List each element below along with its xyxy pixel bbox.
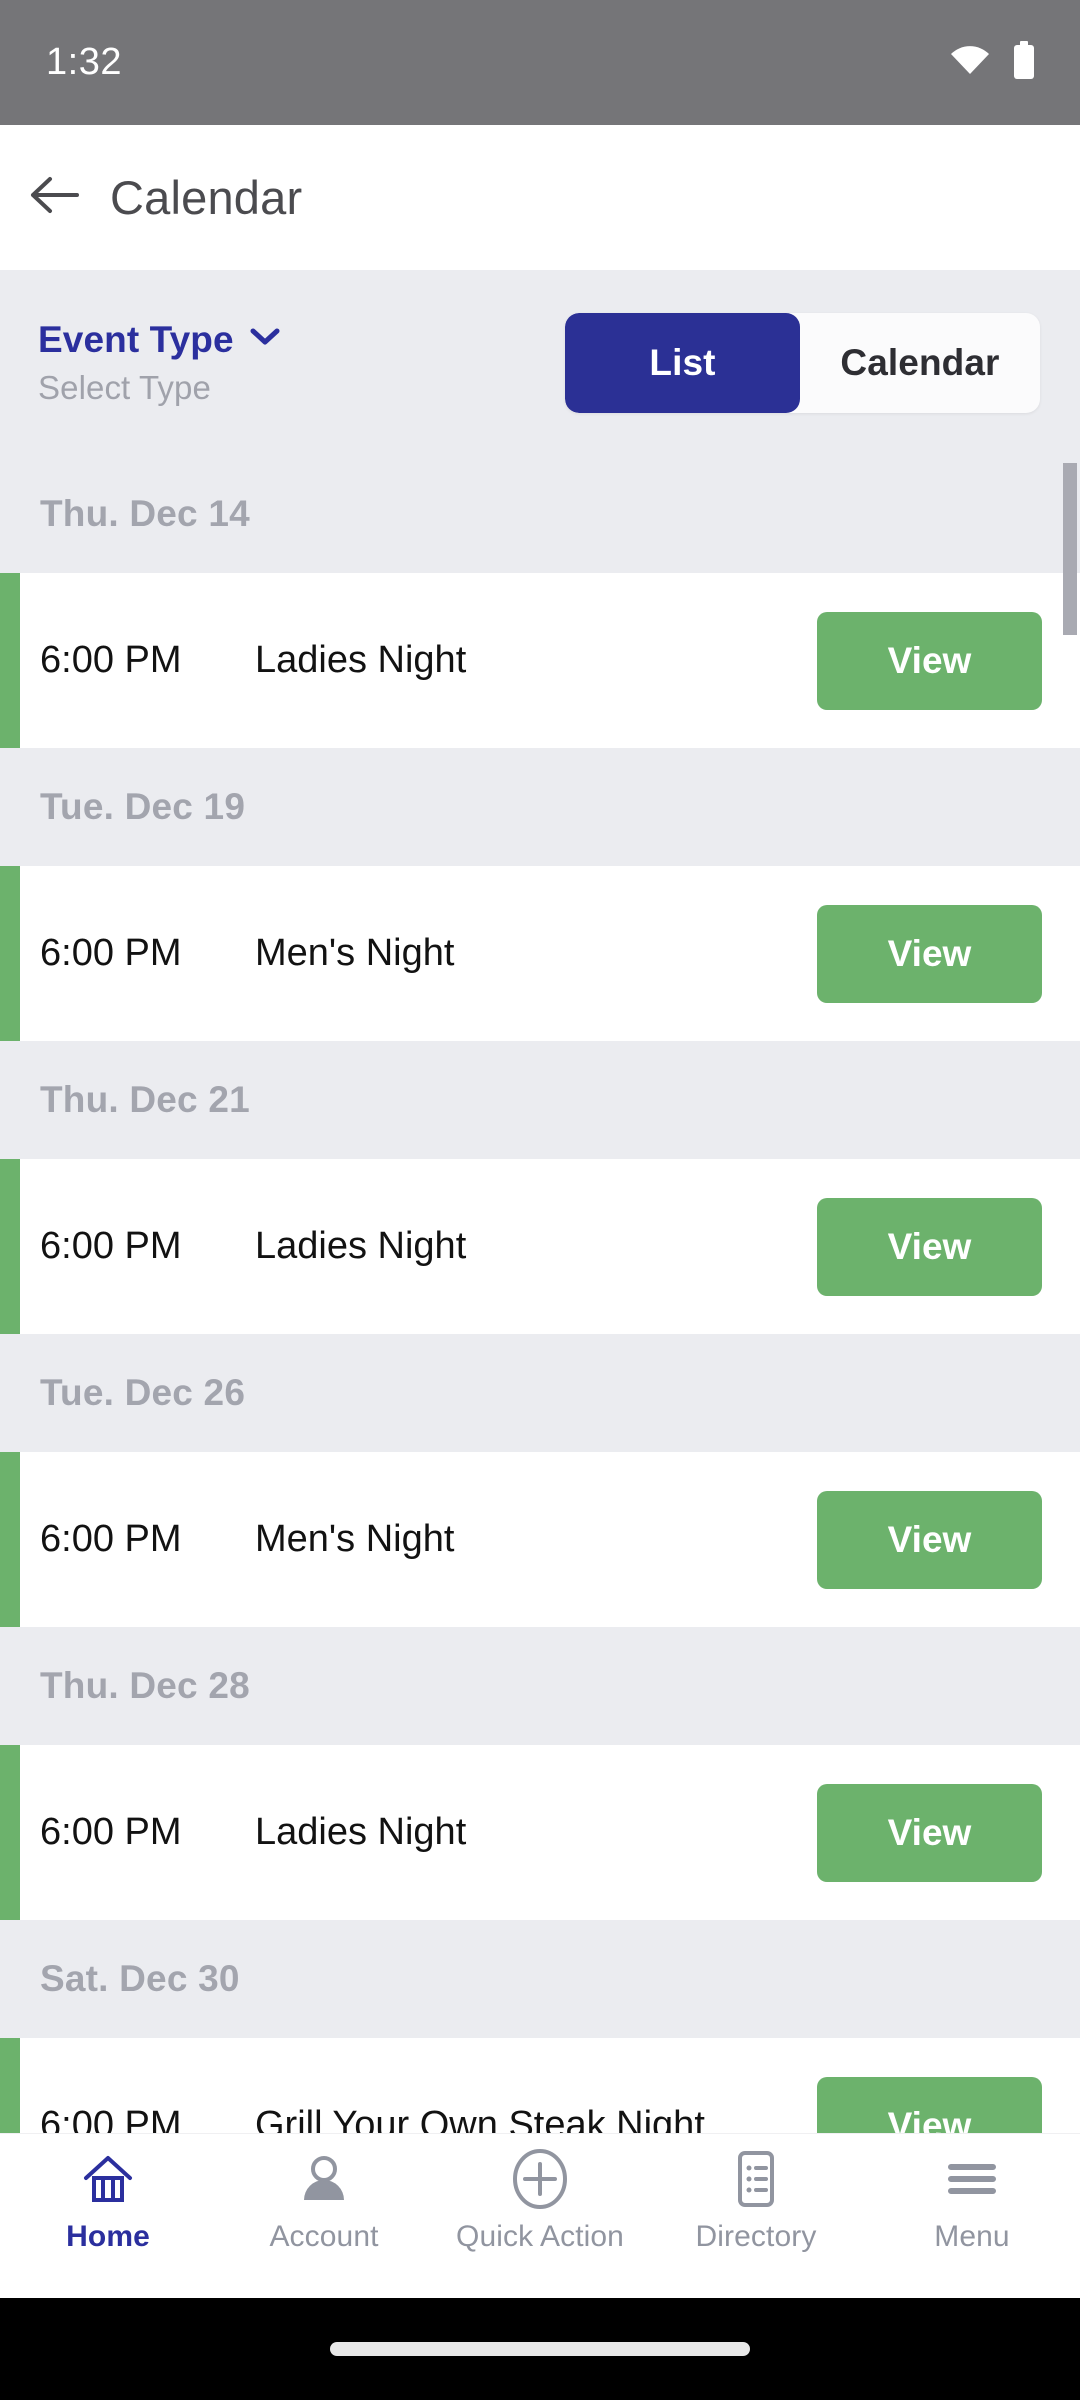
date-group-label: Sat. Dec 30 xyxy=(40,1958,240,1999)
toggle-option-calendar[interactable]: Calendar xyxy=(800,313,1040,413)
event-row[interactable]: 6:00 PM Men's Night View xyxy=(0,866,1080,1041)
view-mode-toggle: List Calendar xyxy=(565,312,1040,413)
event-accent-bar xyxy=(0,573,20,748)
event-title: Ladies Night xyxy=(255,639,467,681)
event-row[interactable]: 6:00 PM Ladies Night View xyxy=(0,1159,1080,1334)
gesture-pill[interactable] xyxy=(330,2342,750,2356)
status-bar: 1:32 xyxy=(0,0,1080,125)
event-row[interactable]: 6:00 PM Men's Night View xyxy=(0,1452,1080,1627)
status-bar-icons xyxy=(950,41,1036,84)
date-group-label: Thu. Dec 28 xyxy=(40,1665,250,1706)
event-list[interactable]: Thu. Dec 14 6:00 PM Ladies Night View Tue. D… xyxy=(0,455,1080,2175)
event-time: 6:00 PM xyxy=(40,1811,182,1853)
nav-item-menu[interactable]: Menu xyxy=(864,2134,1080,2254)
page-title: Calendar xyxy=(110,171,303,224)
event-accent-bar xyxy=(0,1745,20,1920)
view-event-button[interactable]: View xyxy=(817,1783,1042,1882)
date-group-label: Thu. Dec 21 xyxy=(40,1079,250,1120)
date-group-label: Thu. Dec 14 xyxy=(40,493,250,534)
filter-bar: Event Type Select Type List Calendar xyxy=(0,270,1080,455)
hamburger-icon xyxy=(945,2148,999,2210)
date-group-header: Thu. Dec 21 xyxy=(0,1041,1080,1159)
nav-label-account: Account xyxy=(269,2220,379,2253)
bottom-navigation: Home Account Quick Action Directory Menu xyxy=(0,2133,1080,2298)
date-group-header: Thu. Dec 28 xyxy=(0,1627,1080,1745)
event-row[interactable]: 6:00 PM Ladies Night View xyxy=(0,573,1080,748)
date-group-header: Thu. Dec 14 xyxy=(0,455,1080,573)
date-group-label: Tue. Dec 26 xyxy=(40,1372,246,1413)
view-event-button[interactable]: View xyxy=(817,1490,1042,1589)
event-accent-bar xyxy=(0,866,20,1041)
date-group-header: Tue. Dec 26 xyxy=(0,1334,1080,1452)
event-type-filter[interactable]: Event Type Select Type xyxy=(38,319,280,407)
nav-item-account[interactable]: Account xyxy=(216,2134,432,2254)
nav-label-menu: Menu xyxy=(934,2220,1010,2253)
event-type-label: Event Type xyxy=(38,318,234,360)
back-arrow-icon xyxy=(29,174,81,221)
list-scrollbar[interactable] xyxy=(1063,463,1077,635)
nav-label-quick-action: Quick Action xyxy=(456,2220,624,2253)
nav-item-directory[interactable]: Directory xyxy=(648,2134,864,2254)
event-title: Men's Night xyxy=(255,932,455,974)
nav-item-home[interactable]: Home xyxy=(0,2134,216,2254)
nav-label-directory: Directory xyxy=(695,2220,817,2253)
event-accent-bar xyxy=(0,1452,20,1627)
event-time: 6:00 PM xyxy=(40,639,182,681)
app-header: Calendar xyxy=(0,125,1080,270)
system-gesture-bar xyxy=(0,2298,1080,2400)
date-group-label: Tue. Dec 19 xyxy=(40,786,246,827)
event-title: Men's Night xyxy=(255,1518,455,1560)
event-type-placeholder: Select Type xyxy=(38,368,211,406)
nav-item-quick-action[interactable]: Quick Action xyxy=(432,2134,648,2254)
event-row[interactable]: 6:00 PM Ladies Night View xyxy=(0,1745,1080,1920)
back-button[interactable] xyxy=(0,174,110,221)
battery-icon xyxy=(1012,41,1036,84)
wifi-icon xyxy=(950,45,990,80)
event-title: Ladies Night xyxy=(255,1811,467,1853)
view-event-button[interactable]: View xyxy=(817,904,1042,1003)
calendar-screen: 1:32 Calendar Event Type Select Type Lis… xyxy=(0,0,1080,2400)
event-time: 6:00 PM xyxy=(40,1518,182,1560)
date-group-header: Tue. Dec 19 xyxy=(0,748,1080,866)
list-doc-icon xyxy=(730,2148,782,2210)
event-accent-bar xyxy=(0,1159,20,1334)
event-title: Ladies Night xyxy=(255,1225,467,1267)
event-type-trigger[interactable]: Event Type xyxy=(38,319,280,361)
chevron-down-icon xyxy=(250,328,280,351)
toggle-option-list[interactable]: List xyxy=(565,312,800,413)
view-event-button[interactable]: View xyxy=(817,1197,1042,1296)
plus-circle-icon xyxy=(510,2148,570,2210)
event-time: 6:00 PM xyxy=(40,932,182,974)
person-icon xyxy=(298,2148,350,2210)
nav-label-home: Home xyxy=(66,2220,150,2253)
date-group-header: Sat. Dec 30 xyxy=(0,1920,1080,2038)
status-bar-clock: 1:32 xyxy=(46,41,122,83)
event-time: 6:00 PM xyxy=(40,1225,182,1267)
view-event-button[interactable]: View xyxy=(817,611,1042,710)
home-icon xyxy=(80,2148,136,2210)
